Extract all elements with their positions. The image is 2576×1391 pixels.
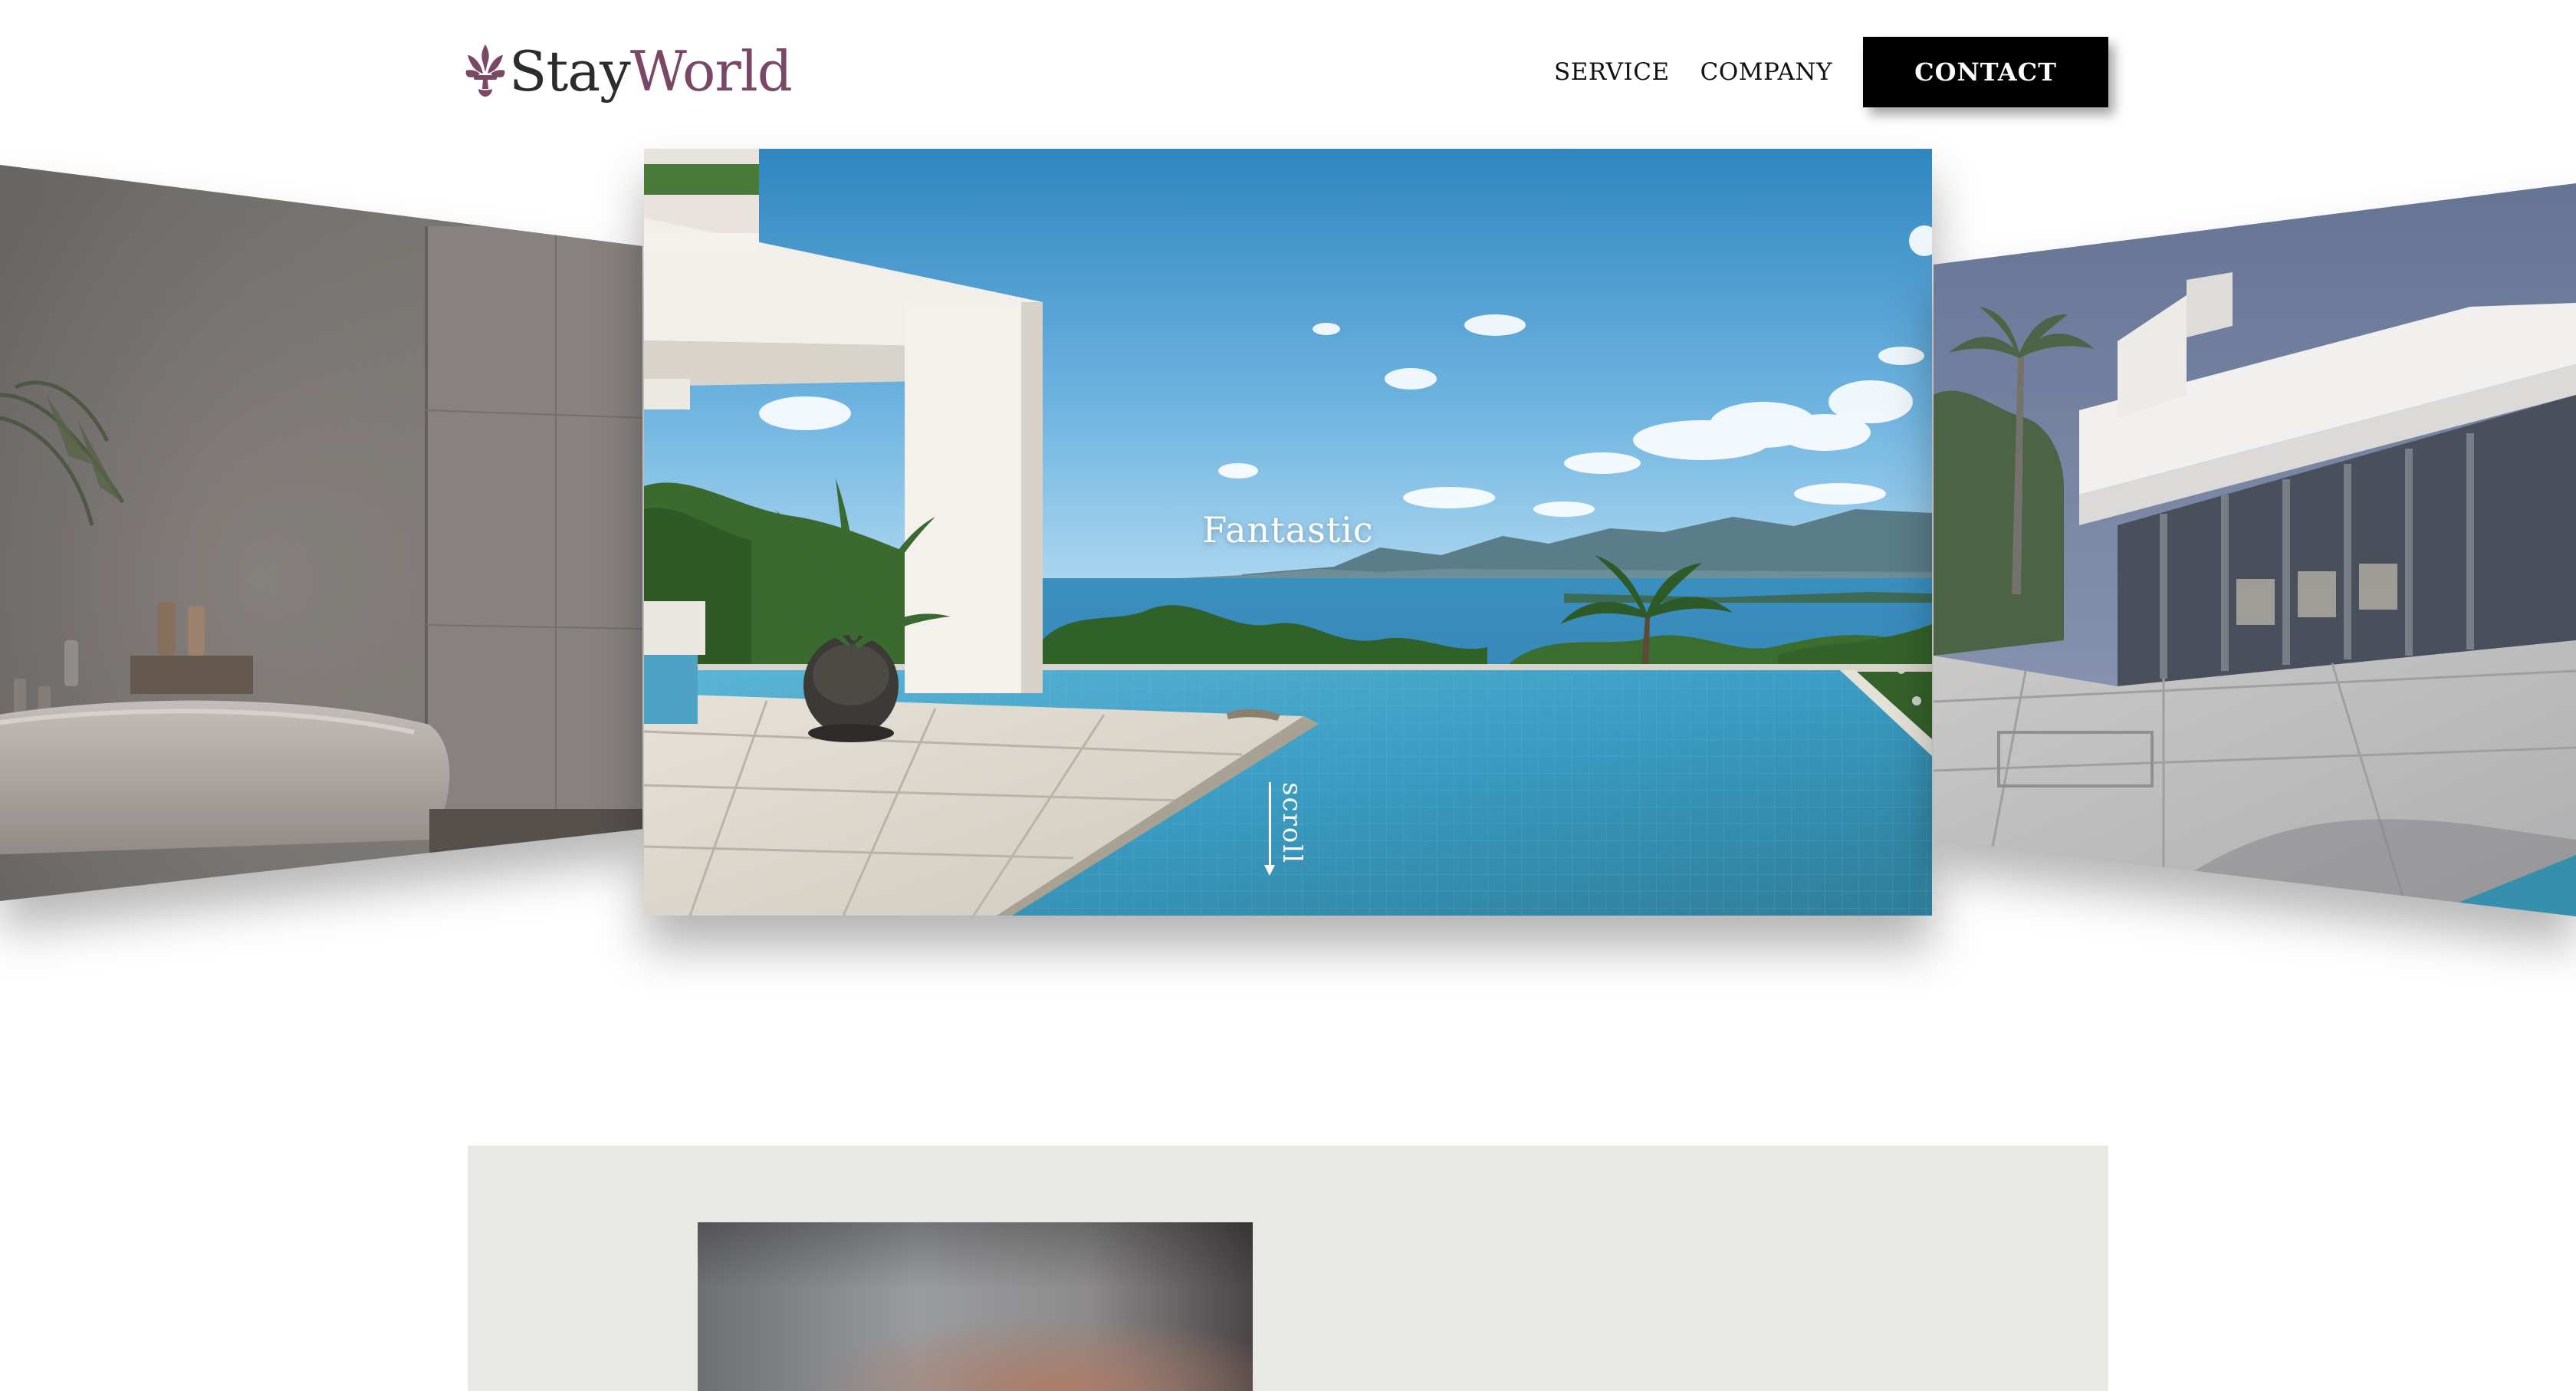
section-image — [698, 1222, 1253, 1391]
slide-next[interactable] — [1934, 165, 2576, 916]
nav-link-company[interactable]: COMPANY — [1700, 58, 1832, 86]
brand-logo[interactable]: StayWorld — [465, 37, 793, 106]
fleur-de-lis-icon — [465, 44, 505, 97]
slide-next-image — [1934, 183, 2576, 916]
site-header: StayWorld SERVICE COMPANY CONTACT — [0, 0, 2576, 146]
content-section — [468, 1146, 2108, 1391]
section-image-graphic — [698, 1222, 1253, 1391]
brand-name: StayWorld — [509, 44, 793, 99]
scroll-label: scroll — [1276, 782, 1307, 864]
slide-previous-image — [0, 165, 642, 901]
slide-current[interactable]: Fantastic scroll — [644, 149, 1932, 916]
arrow-down-icon — [1264, 865, 1275, 876]
nav-link-service[interactable]: SERVICE — [1554, 58, 1670, 86]
main-nav: SERVICE COMPANY CONTACT — [1523, 37, 2108, 107]
scroll-line — [1269, 782, 1271, 871]
slide-previous[interactable] — [0, 165, 644, 916]
brand-name-world: World — [629, 39, 793, 104]
brand-name-stay: Stay — [509, 39, 631, 104]
hero-carousel: Fantastic scroll — [0, 146, 2576, 989]
hero-title: Fantastic — [1202, 509, 1374, 551]
contact-button[interactable]: CONTACT — [1863, 37, 2108, 107]
scroll-indicator[interactable]: scroll — [1264, 782, 1322, 916]
